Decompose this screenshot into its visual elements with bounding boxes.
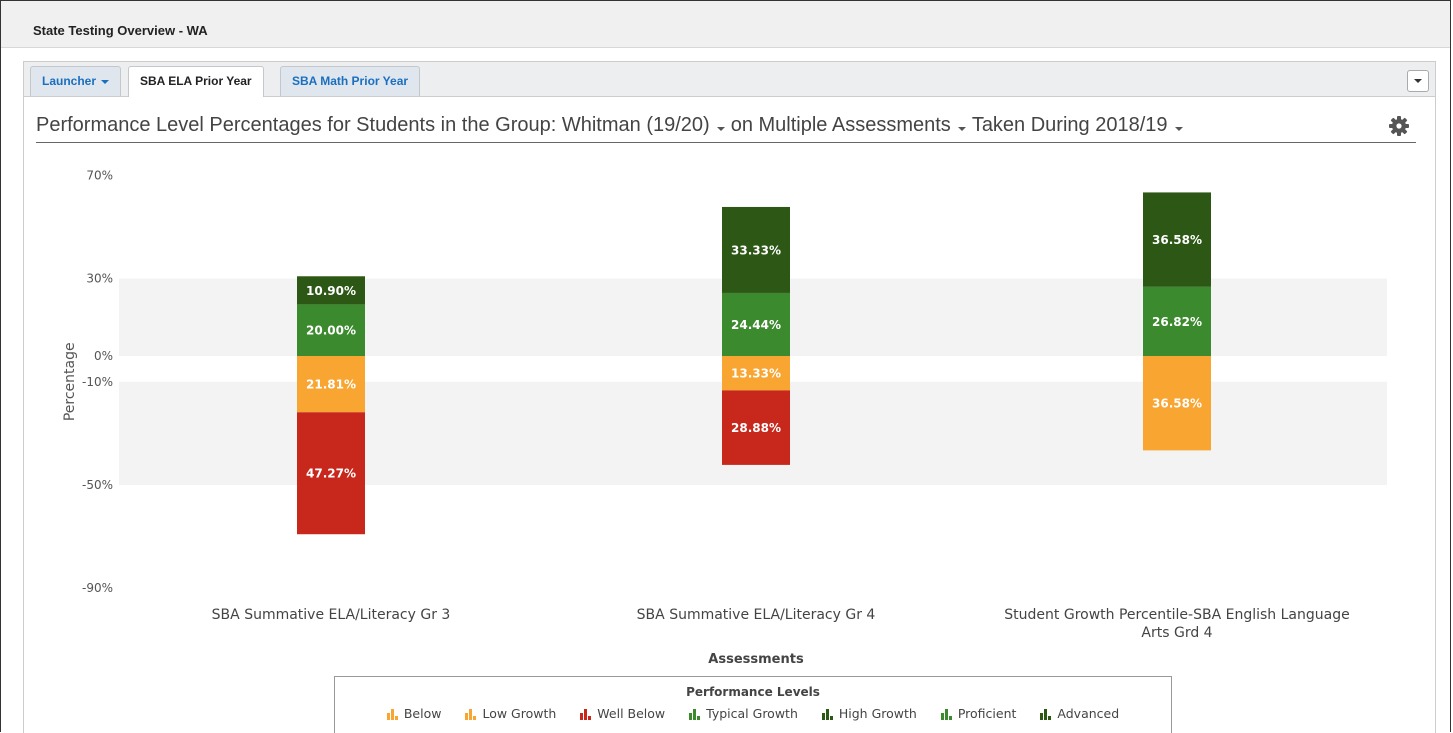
bar-data-label: 26.82% [1152,315,1202,329]
legend-item-label: Proficient [957,706,1017,721]
legend-item[interactable]: High Growth [821,706,917,721]
x-tick-label: Student Growth Percentile-SBA English La… [1004,607,1349,623]
bar-chart-icon [1040,709,1052,720]
legend-item[interactable]: Proficient [940,706,1017,721]
x-tick-label: SBA Summative ELA/Literacy Gr 4 [637,607,876,623]
y-tick-label: 70% [86,168,113,182]
legend-item[interactable]: Below [386,706,442,721]
legend: Performance Levels Below Low Growth Well B… [334,676,1172,733]
bar-data-label: 36.58% [1152,397,1202,411]
legend-items: Below Low Growth Well Below Typical Growth H… [335,706,1171,721]
legend-item[interactable]: Advanced [1040,706,1119,721]
legend-item[interactable]: Low Growth [465,706,556,721]
legend-item-label: Below [403,706,442,721]
bar-data-label: 24.44% [731,318,781,332]
bar-data-label: 21.81% [306,378,356,392]
bar-chart-icon [580,709,592,720]
y-tick-label: 30% [86,272,113,286]
legend-item-label: Advanced [1057,706,1120,721]
y-axis-title: Percentage [62,342,78,421]
y-tick-label: -50% [82,478,113,492]
legend-item-label: Well Below [597,706,666,721]
bar-stack: 26.82% 36.58% 36.58% [1143,192,1211,451]
bar-data-label: 20.00% [306,324,356,338]
bar-data-label: 33.33% [731,243,781,257]
x-tick-label: SBA Summative ELA/Literacy Gr 3 [212,607,451,623]
x-axis-ticks: SBA Summative ELA/Literacy Gr 3 SBA Summa… [212,607,1350,641]
bar-chart-icon [689,709,701,720]
legend-item-label: High Growth [838,706,917,721]
bar-data-label: 13.33% [731,367,781,381]
stacked-bar-chart: 70% 30% 0% -10% -50% -90% Percentage 20.00% 10… [62,168,1387,667]
y-tick-label: 0% [94,349,113,363]
bar-data-label: 47.27% [306,467,356,481]
x-axis-title: Assessments [708,652,804,667]
bar-chart-icon [821,709,833,720]
bar-chart-icon [386,709,398,720]
legend-title: Performance Levels [686,685,820,699]
bar-chart-icon [465,709,477,720]
x-tick-label: Arts Grd 4 [1141,625,1212,641]
bar-data-label: 28.88% [731,421,781,435]
legend-item[interactable]: Well Below [580,706,665,721]
bar-data-label: 10.90% [306,284,356,298]
y-tick-label: -10% [82,375,113,389]
bar-stack: 20.00% 10.90% 21.81% 47.27% [297,276,365,535]
y-axis-ticks: 70% 30% 0% -10% -50% -90% [82,168,113,595]
bar-data-label: 36.58% [1152,233,1202,247]
bar-chart-icon [940,709,952,720]
legend-item-label: Typical Growth [706,706,798,721]
y-tick-label: -90% [82,581,113,595]
legend-item[interactable]: Typical Growth [689,706,798,721]
window: State Testing Overview - WA Launcher SBA… [0,0,1451,733]
legend-item-label: Low Growth [482,706,557,721]
bar-stack: 24.44% 33.33% 13.33% 28.88% [722,206,790,465]
